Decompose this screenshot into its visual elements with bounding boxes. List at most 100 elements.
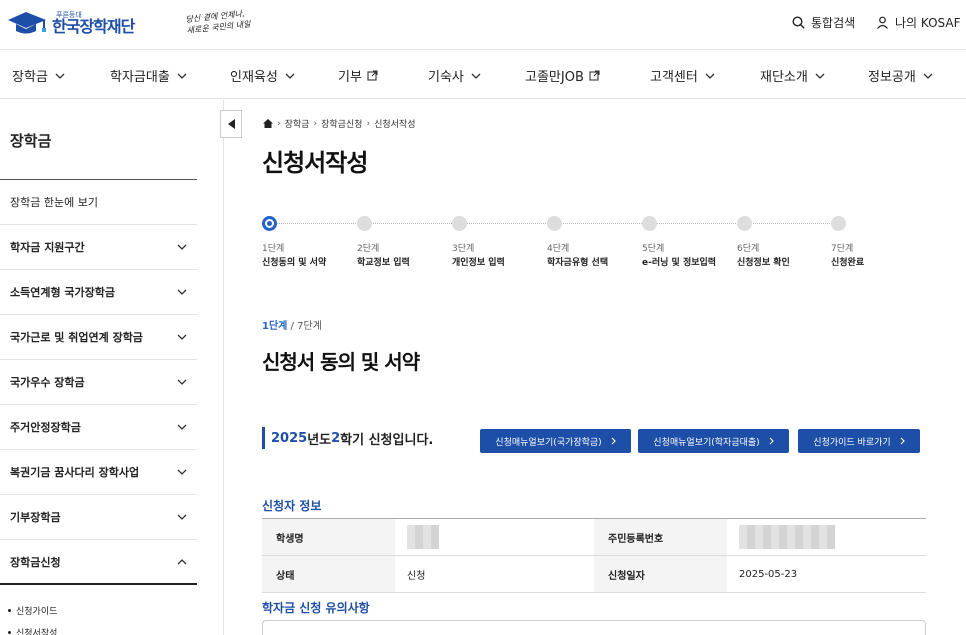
applicant-info-table: 학생명 주민등록번호 상태 신청 신청일자 2025-05-23 [262, 518, 926, 593]
gnb-item-loan[interactable]: 학자금대출 [110, 66, 187, 85]
sidebar-item-donation-scholarship[interactable]: 기부장학금 [0, 495, 197, 540]
resident-number-value [727, 518, 926, 556]
breadcrumb-separator: › [277, 118, 281, 129]
sidebar-subitem-guide[interactable]: 신청가이드 [8, 604, 57, 617]
sidebar-item-label: 주거안정장학금 [10, 421, 81, 434]
step-name: e-러닝 및 정보입력 [642, 258, 717, 268]
button-label: 신청매뉴얼보기(국가장학금) [495, 437, 602, 448]
step-dot-5 [642, 216, 657, 231]
chevron-down-icon [177, 469, 187, 475]
redacted-value [407, 525, 439, 549]
step-dot-3 [452, 216, 467, 231]
breadcrumb-separator: › [366, 118, 371, 129]
step-dot-2 [357, 216, 372, 231]
button-label: 신청가이드 바로가기 [813, 437, 891, 448]
chevron-down-icon [55, 73, 65, 79]
step-dot-6 [737, 216, 752, 231]
step-name: 신청동의 및 서약 [262, 258, 327, 268]
semester-term: 2 [331, 430, 341, 446]
sidebar-item-excellence[interactable]: 국가우수 장학금 [0, 360, 197, 405]
home-icon[interactable] [263, 119, 273, 128]
step-name: 신청정보 확인 [737, 258, 790, 268]
step-number: 5단계 [642, 244, 665, 254]
breadcrumb-item[interactable]: 장학금 [285, 117, 310, 130]
logo-title: 한국장학재단 [52, 16, 135, 36]
sidebar-item-label: 국가우수 장학금 [10, 376, 85, 389]
application-date-value: 2025-05-23 [727, 555, 926, 593]
sidebar-item-support-range[interactable]: 학자금 지원구간 [0, 225, 197, 270]
chevron-down-icon [177, 244, 187, 250]
graduation-cap-icon [8, 12, 46, 34]
application-guide-button[interactable]: 신청가이드 바로가기 [798, 429, 920, 453]
chevron-right-icon [611, 437, 616, 445]
sidebar-item-label: 학자금 지원구간 [10, 241, 85, 254]
student-name-label: 학생명 [262, 518, 395, 556]
gnb-label: 기부 [338, 70, 362, 85]
status-label: 상태 [262, 555, 395, 593]
resident-number-label: 주민등록번호 [594, 518, 727, 556]
step-number: 2단계 [357, 244, 380, 254]
gnb-item-about[interactable]: 재단소개 [760, 66, 825, 85]
redacted-value [739, 525, 835, 549]
current-step: 1단계 [262, 321, 288, 332]
sidebar-item-label: 국가근로 및 취업연계 장학금 [10, 331, 143, 344]
gnb-item-scholarship[interactable]: 장학금 [12, 66, 65, 85]
sidebar-item-label: 장학금 한눈에 보기 [10, 196, 98, 209]
step-number: 6단계 [737, 244, 760, 254]
unified-search-link[interactable]: 통합검색 [792, 14, 855, 31]
manual-student-loan-button[interactable]: 신청매뉴얼보기(학자금대출) [638, 429, 789, 453]
kosaf-logo[interactable]: 푸른등대 한국장학재단 [6, 9, 135, 37]
gnb-label: 고객센터 [650, 70, 698, 85]
step-indicator: 1단계 / 7단계 [262, 317, 322, 332]
search-icon [792, 16, 805, 29]
gnb-item-disclosure[interactable]: 정보공개 [868, 66, 933, 85]
gnb-item-donation[interactable]: 기부 [338, 66, 378, 85]
sidebar-item-label: 장학금신청 [10, 555, 61, 569]
bullet-icon [8, 609, 11, 612]
sidebar-item-housing[interactable]: 주거안정장학금 [0, 405, 197, 450]
gnb-item-dormitory[interactable]: 기숙사 [428, 66, 481, 85]
step-number: 4단계 [547, 244, 570, 254]
external-link-icon [589, 70, 600, 81]
sidebar-item-national-scholarship[interactable]: 소득연계형 국가장학금 [0, 270, 197, 315]
chevron-down-icon [177, 73, 187, 79]
sidebar-subitem-label: 신청서작성 [16, 629, 58, 635]
chevron-down-icon [177, 424, 187, 430]
gnb-label: 정보공개 [868, 70, 916, 85]
manual-national-scholarship-button[interactable]: 신청매뉴얼보기(국가장학금) [480, 429, 631, 453]
gnb-label: 인재육성 [230, 70, 278, 85]
semester-year: 2025 [271, 430, 308, 446]
chevron-down-icon [705, 73, 715, 79]
chevron-down-icon [285, 73, 295, 79]
bullet-icon [8, 631, 11, 634]
sidebar-collapse-button[interactable] [220, 110, 242, 138]
notice-title: 학자금 신청 유의사항 [262, 601, 370, 615]
chevron-down-icon [177, 514, 187, 520]
breadcrumb-item[interactable]: 장학금신청 [321, 117, 362, 130]
caret-left-icon [227, 119, 235, 129]
sidebar-subitem-form[interactable]: 신청서작성 [8, 626, 57, 635]
step-number: 7단계 [831, 244, 854, 254]
chevron-down-icon [923, 73, 933, 79]
sidebar-item-label: 소득연계형 국가장학금 [10, 286, 116, 299]
step-dot-7 [831, 216, 846, 231]
semester-term-suffix: 학기 신청입니다. [340, 432, 434, 448]
gnb-item-customer-center[interactable]: 고객센터 [650, 66, 715, 85]
top-header: 푸른등대 한국장학재단 당신 곁에 언제나, 새로운 국민의 내일 통합검색 나… [0, 0, 966, 50]
status-value: 신청 [395, 555, 594, 593]
notice-box [262, 620, 926, 635]
sidebar-item-overview[interactable]: 장학금 한눈에 보기 [0, 180, 197, 225]
gnb-label: 재단소개 [760, 70, 808, 85]
gnb-label: 기숙사 [428, 70, 464, 85]
total-steps: / 7단계 [287, 321, 322, 332]
gnb-item-talent[interactable]: 인재육성 [230, 66, 295, 85]
sidebar-item-work-scholarship[interactable]: 국가근로 및 취업연계 장학금 [0, 315, 197, 360]
my-kosaf-link[interactable]: 나의 KOSAF [876, 14, 961, 31]
sidebar-item-application[interactable]: 장학금신청 [0, 540, 197, 585]
sidebar-item-dream-ladder[interactable]: 복권기금 꿈사다리 장학사업 [0, 450, 197, 495]
page-title: 신청서작성 [262, 149, 368, 177]
gnb-item-job[interactable]: 고졸만JOB [525, 66, 600, 85]
sidebar-title: 장학금 [10, 132, 52, 150]
gnb-label: 고졸만JOB [525, 70, 584, 85]
applicant-info-title: 신청자 정보 [262, 499, 322, 513]
